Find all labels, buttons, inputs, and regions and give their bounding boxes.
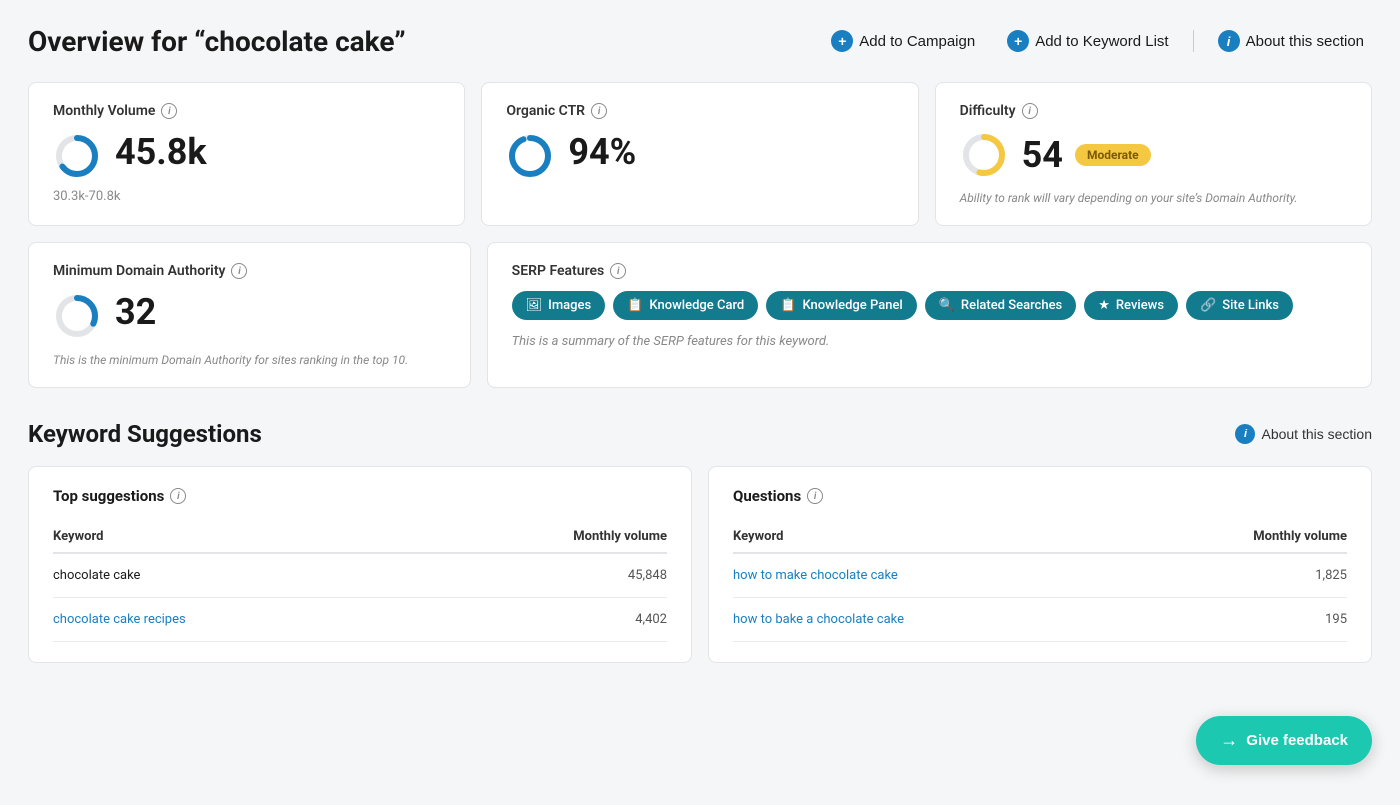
organic-ctr-card: Organic CTR i 94% [481,82,918,226]
organic-ctr-value-row: 94% [506,131,893,181]
serp-tag-site-links[interactable]: 🔗 Site Links [1186,291,1293,320]
table-row: how to bake a chocolate cake 195 [733,598,1347,642]
suggestions-grid: Top suggestions i Keyword Monthly volume… [28,466,1372,663]
arrow-icon: → [1220,730,1238,751]
monthly-volume-donut [53,132,101,180]
knowledge-panel-icon: 📋 [780,298,796,313]
top-suggestions-info-icon[interactable]: i [170,488,186,504]
metrics-row2: Minimum Domain Authority i 32 This is th… [28,242,1372,388]
difficulty-note: Ability to rank will vary depending on y… [960,191,1347,205]
domain-authority-note: This is the minimum Domain Authority for… [53,353,446,367]
difficulty-number: 54 [1022,134,1063,176]
difficulty-label: Difficulty i [960,103,1347,119]
top-suggestions-title: Top suggestions i [53,487,667,505]
serp-tags: 🖼 Images 📋 Knowledge Card 📋 Knowledge Pa… [512,291,1347,320]
keyword-link[interactable]: chocolate cake recipes [53,612,186,627]
top-suggestions-keyword-col: Keyword [53,521,413,553]
give-feedback-button[interactable]: → Give feedback [1196,716,1372,765]
difficulty-info-icon[interactable]: i [1022,103,1038,119]
page-title: Overview for “chocolate cake” [28,25,406,58]
volume-cell: 195 [1130,598,1347,642]
info-icon: i [1218,30,1240,52]
header-actions: + Add to Campaign + Add to Keyword List … [823,24,1372,58]
monthly-volume-label: Monthly Volume i [53,103,440,119]
knowledge-card-icon: 📋 [627,298,643,313]
table-row: chocolate cake 45,848 [53,553,667,598]
organic-ctr-info-icon[interactable]: i [591,103,607,119]
keyword-link[interactable]: how to make chocolate cake [733,568,898,583]
keyword-link[interactable]: how to bake a chocolate cake [733,612,904,627]
organic-ctr-label: Organic CTR i [506,103,893,119]
keyword-suggestions-section-header: Keyword Suggestions i About this section [28,420,1372,448]
table-row: how to make chocolate cake 1,825 [733,553,1347,598]
keyword-cell: chocolate cake [53,553,413,598]
top-suggestions-table: Keyword Monthly volume chocolate cake 45… [53,521,667,642]
difficulty-card: Difficulty i 54 Moderate Ability to rank… [935,82,1372,226]
domain-authority-label: Minimum Domain Authority i [53,263,446,279]
serp-features-info-icon[interactable]: i [610,263,626,279]
domain-authority-card: Minimum Domain Authority i 32 This is th… [28,242,471,388]
reviews-icon: ★ [1098,298,1110,313]
top-suggestions-card: Top suggestions i Keyword Monthly volume… [28,466,692,663]
images-icon: 🖼 [526,298,543,313]
serp-tag-reviews[interactable]: ★ Reviews [1084,291,1178,320]
related-searches-icon: 🔍 [939,298,955,313]
questions-volume-col: Monthly volume [1130,521,1347,553]
difficulty-value-row: 54 Moderate [960,131,1347,179]
monthly-volume-number: 45.8k [115,131,207,173]
serp-features-label: SERP Features i [512,263,1347,279]
serp-features-card: SERP Features i 🖼 Images 📋 Knowledge Car… [487,242,1372,388]
difficulty-badge: Moderate [1075,144,1151,166]
plus-icon-2: + [1007,30,1029,52]
difficulty-row: 54 Moderate [1022,134,1151,176]
add-to-campaign-button[interactable]: + Add to Campaign [823,24,983,58]
serp-tag-images[interactable]: 🖼 Images [512,291,606,320]
monthly-volume-value-row: 45.8k [53,131,440,181]
questions-card: Questions i Keyword Monthly volume how t… [708,466,1372,663]
top-suggestions-volume-col: Monthly volume [413,521,667,553]
difficulty-donut [960,131,1008,179]
keyword-suggestions-title: Keyword Suggestions [28,420,262,448]
domain-authority-number: 32 [115,291,156,333]
keyword-cell: how to make chocolate cake [733,553,1130,598]
page-header: Overview for “chocolate cake” + Add to C… [28,24,1372,58]
domain-authority-donut [53,292,101,340]
volume-cell: 45,848 [413,553,667,598]
table-row: chocolate cake recipes 4,402 [53,598,667,642]
serp-summary: This is a summary of the SERP features f… [512,334,1347,349]
info-icon-3: i [1235,424,1255,444]
monthly-volume-card: Monthly Volume i 45.8k 30.3k-70.8k [28,82,465,226]
questions-title: Questions i [733,487,1347,505]
keyword-cell: chocolate cake recipes [53,598,413,642]
domain-authority-info-icon[interactable]: i [231,263,247,279]
serp-tag-knowledge-panel[interactable]: 📋 Knowledge Panel [766,291,916,320]
volume-cell: 4,402 [413,598,667,642]
add-to-keyword-list-button[interactable]: + Add to Keyword List [999,24,1176,58]
divider [1193,30,1194,52]
domain-authority-value-row: 32 [53,291,446,341]
questions-info-icon[interactable]: i [807,488,823,504]
plus-icon: + [831,30,853,52]
volume-cell: 1,825 [1130,553,1347,598]
monthly-volume-info-icon[interactable]: i [161,103,177,119]
site-links-icon: 🔗 [1200,298,1216,313]
about-section-button[interactable]: i About this section [1210,24,1372,58]
keyword-suggestions-about-button[interactable]: i About this section [1235,424,1372,444]
serp-tag-knowledge-card[interactable]: 📋 Knowledge Card [613,291,758,320]
organic-ctr-number: 94% [568,131,636,173]
keyword-cell: how to bake a chocolate cake [733,598,1130,642]
questions-keyword-col: Keyword [733,521,1130,553]
metrics-grid: Monthly Volume i 45.8k 30.3k-70.8k Organ… [28,82,1372,226]
monthly-volume-range: 30.3k-70.8k [53,189,440,204]
organic-ctr-donut [506,132,554,180]
questions-table: Keyword Monthly volume how to make choco… [733,521,1347,642]
serp-tag-related-searches[interactable]: 🔍 Related Searches [925,291,1076,320]
